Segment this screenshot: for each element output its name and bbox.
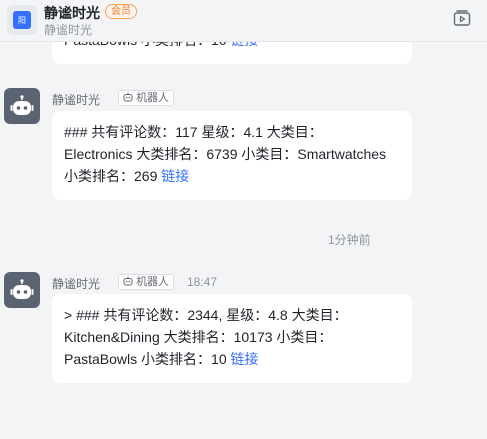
message-line: Electronics 大类排名：6739 小类目：Smartwatches (64, 146, 387, 162)
message-link[interactable]: 链接 (231, 351, 259, 367)
message-time: 18:47 (187, 275, 218, 289)
robot-icon (10, 279, 34, 299)
message-line: PastaBowls 小类排名：10 (64, 351, 227, 367)
sender-name[interactable]: 静谧时光 (52, 91, 100, 108)
time-divider: 1分钟前 (328, 233, 371, 247)
group-avatar[interactable]: 阳 (7, 5, 37, 35)
bot-tag-label: 机器人 (136, 92, 170, 104)
message-link[interactable]: 链接 (161, 168, 189, 184)
video-call-icon[interactable] (452, 8, 472, 28)
message-line: > ### 共有评论数：2344, 星级：4.8 大类目： (64, 307, 348, 323)
bot-tag-label: 机器人 (136, 276, 170, 288)
member-badge: 会员 (105, 4, 137, 19)
chat-header: 阳 静谧时光 会员 静谧时光 (0, 0, 487, 42)
bot-tag: 机器人 (118, 274, 175, 290)
bot-tag-icon (123, 276, 136, 288)
bot-avatar[interactable] (4, 272, 40, 308)
group-avatar-icon: 阳 (13, 11, 31, 29)
chat-subtitle: 静谧时光 (44, 23, 93, 37)
bot-tag: 机器人 (118, 90, 175, 106)
message-line: 小类排名：269 (64, 168, 158, 184)
bot-tag-icon (123, 92, 136, 104)
robot-icon (10, 95, 34, 115)
message-bubble: ### 共有评论数：117 星级：4.1 大类目： Electronics 大类… (52, 111, 412, 200)
message-line: ### 共有评论数：117 星级：4.1 大类目： (64, 124, 323, 140)
bot-avatar[interactable] (4, 88, 40, 124)
chat-title[interactable]: 静谧时光 (44, 3, 100, 23)
message-line: Kitchen&Dining 大类排名：10173 小类目： (64, 329, 333, 345)
sender-name[interactable]: 静谧时光 (52, 275, 100, 292)
message-bubble: > ### 共有评论数：2344, 星级：4.8 大类目： Kitchen&Di… (52, 294, 412, 383)
